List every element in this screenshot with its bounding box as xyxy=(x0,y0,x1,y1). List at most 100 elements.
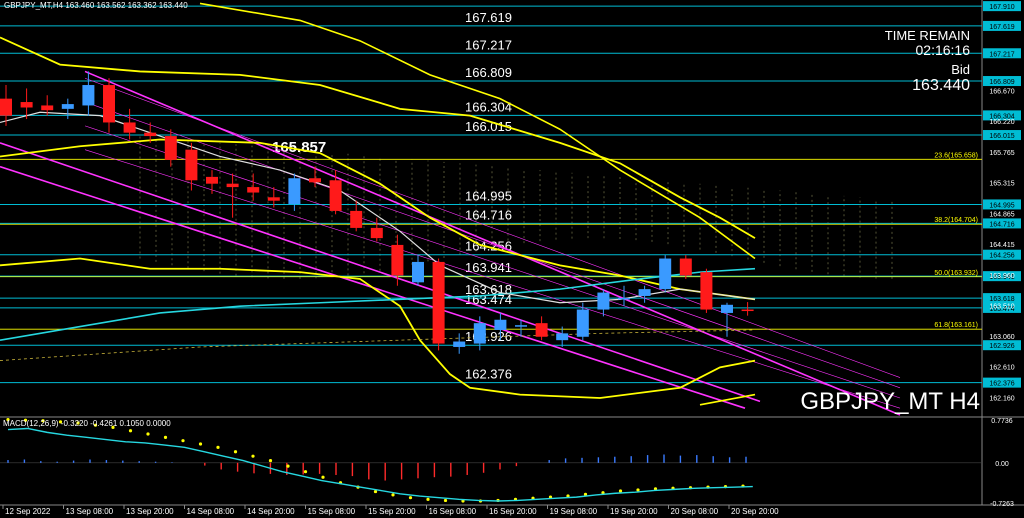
level-axis-label: 166.015 xyxy=(989,133,1014,140)
level-axis-label: 167.910 xyxy=(989,4,1014,11)
candle-body xyxy=(103,85,115,123)
candle-body xyxy=(206,176,218,184)
macd-signal-dot xyxy=(443,498,448,503)
candle-body xyxy=(494,319,507,330)
candle-body xyxy=(412,261,424,283)
fib-label: 23.6(165.658) xyxy=(934,152,978,159)
time-tick-label: 14 Sep 20:00 xyxy=(247,507,295,516)
macd-signal-dot xyxy=(146,432,150,436)
candle-body xyxy=(432,261,445,344)
candle-body xyxy=(164,136,177,160)
candle-body xyxy=(41,105,54,111)
time-tick-label: 14 Sep 08:00 xyxy=(187,507,235,516)
macd-signal-dot xyxy=(303,470,308,474)
time-tick-label: 16 Sep 20:00 xyxy=(489,507,537,516)
candle-body xyxy=(391,244,404,276)
candle-body xyxy=(679,258,692,276)
price-tick-label: 163.510 xyxy=(989,303,1014,310)
time-remain-label: TIME REMAIN xyxy=(885,28,970,43)
price-tick-label: 166.670 xyxy=(989,88,1014,95)
level-label: 167.619 xyxy=(465,10,512,25)
level-axis-label: 162.376 xyxy=(989,381,1014,388)
candle-body xyxy=(370,227,383,239)
level-label: 167.217 xyxy=(465,37,512,52)
candle-body xyxy=(700,272,713,310)
candle-body xyxy=(82,85,95,106)
time-tick-label: 20 Sep 08:00 xyxy=(671,507,719,516)
candle-body xyxy=(185,149,198,181)
candle-body xyxy=(576,309,589,337)
candle-body xyxy=(123,122,136,133)
time-tick-label: 13 Sep 20:00 xyxy=(126,507,174,516)
price-tick-label: 164.415 xyxy=(989,242,1014,249)
level-label: 162.376 xyxy=(465,367,512,382)
macd-signal-dot xyxy=(408,496,413,500)
candle-body xyxy=(535,323,548,337)
time-tick-label: 16 Sep 08:00 xyxy=(429,507,477,516)
price-tick-label: 166.220 xyxy=(989,119,1014,126)
candle-body xyxy=(20,102,33,108)
candle-body xyxy=(638,289,651,296)
price-tick-label: 163.960 xyxy=(989,273,1014,280)
macd-signal-dot xyxy=(128,429,133,433)
candle-body xyxy=(144,132,157,137)
macd-scale-label: 0.00 xyxy=(995,461,1009,468)
candle-body xyxy=(247,187,260,193)
time-tick-label: 13 Sep 08:00 xyxy=(66,507,114,516)
candle-body xyxy=(473,323,486,344)
level-axis-label: 164.256 xyxy=(989,253,1014,260)
macd-signal-dot xyxy=(163,435,168,439)
macd-signal-dot xyxy=(618,489,623,493)
level-label: 166.809 xyxy=(465,65,512,80)
candle-body xyxy=(267,197,280,201)
macd-signal-dot xyxy=(426,497,430,501)
macd-signal-dot xyxy=(321,475,325,479)
time-tick-label: 12 Sep 2022 xyxy=(5,507,51,516)
time-tick-label: 20 Sep 20:00 xyxy=(731,507,779,516)
macd-scale-label: 0.7736 xyxy=(991,418,1013,425)
fib-label: 38.2(164.704) xyxy=(934,217,978,224)
macd-signal-dot xyxy=(198,442,203,446)
macd-signal-dot xyxy=(268,458,273,463)
candle-body xyxy=(721,304,733,313)
macd-signal-dot xyxy=(251,454,255,458)
bid-label: Bid xyxy=(951,62,970,77)
macd-signal-dot xyxy=(286,464,290,468)
time-remain-value: 02:16:16 xyxy=(916,42,971,58)
candle-body xyxy=(597,292,610,310)
price-tick-label: 162.610 xyxy=(989,365,1014,372)
macd-scale-label: -0.7263 xyxy=(990,501,1014,508)
bid-value: 163.440 xyxy=(912,77,970,94)
time-tick-label: 15 Sep 20:00 xyxy=(368,507,416,516)
time-tick-label: 19 Sep 08:00 xyxy=(550,507,598,516)
candle-body xyxy=(659,258,672,290)
time-tick-label: 15 Sep 08:00 xyxy=(308,507,356,516)
fib-label: 61.8(163.161) xyxy=(934,322,978,329)
time-tick-label: 19 Sep 20:00 xyxy=(610,507,658,516)
price-tick-label: 165.315 xyxy=(989,181,1014,188)
level-axis-label: 164.716 xyxy=(989,221,1014,228)
macd-signal-dot xyxy=(181,439,185,443)
fib-label: 50.0(163.932) xyxy=(934,270,978,277)
level-axis-label: 163.618 xyxy=(989,296,1014,303)
candle-body xyxy=(61,104,74,109)
level-label: 164.995 xyxy=(465,188,512,203)
level-axis-label: 167.619 xyxy=(989,24,1014,31)
candle-body xyxy=(288,178,301,205)
candle-body xyxy=(0,98,12,116)
price-chart[interactable]: 167.910 167.619 167.619 167.217 167.217 166.8… xyxy=(0,0,1024,518)
candle-body xyxy=(556,333,569,341)
candle-body xyxy=(741,309,754,312)
candle-body xyxy=(226,183,239,188)
candle-body xyxy=(515,325,527,327)
macd-signal-dot xyxy=(636,488,640,492)
chart-header: GBPJPY_MT,H4 163.460 163.562 163.362 163… xyxy=(4,1,188,10)
candle-body xyxy=(309,178,321,183)
level-axis-label: 164.995 xyxy=(989,202,1014,209)
macd-signal-dot xyxy=(216,445,220,449)
candle-body xyxy=(350,210,363,228)
macd-label: MACD(12,26,9) -0.3220 -0.4261 0.1050 0.0… xyxy=(3,419,171,428)
price-tick-label: 162.160 xyxy=(989,395,1014,402)
level-axis-label: 162.926 xyxy=(989,343,1014,350)
price-tick-label: 163.060 xyxy=(989,334,1014,341)
